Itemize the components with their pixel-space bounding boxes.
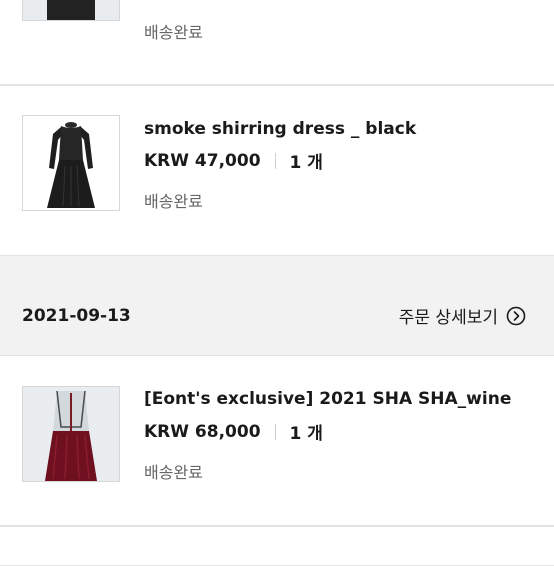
product-thumbnail[interactable] bbox=[22, 0, 120, 21]
delivery-status: 배송완료 bbox=[144, 23, 203, 42]
order-item-card[interactable]: [Eont's exclusive] 2021 SHA SHA_wine KRW… bbox=[0, 355, 554, 526]
delivery-status: 배송완료 bbox=[144, 192, 203, 211]
price-divider bbox=[274, 423, 276, 440]
price-quantity-row: KRW 47,000 1 개 bbox=[144, 148, 323, 174]
product-name[interactable]: smoke shirring dress _ black bbox=[144, 119, 416, 139]
price-divider bbox=[274, 152, 276, 169]
product-quantity: 1 개 bbox=[289, 424, 323, 444]
order-date: 2021-09-13 bbox=[22, 306, 131, 326]
order-item-card[interactable]: smoke shirring dress _ black KRW 47,000 … bbox=[0, 85, 554, 256]
product-price: KRW 68,000 bbox=[144, 421, 261, 442]
product-price: KRW 47,000 bbox=[144, 150, 261, 171]
chevron-right-circle-icon bbox=[506, 306, 526, 325]
order-item-card[interactable] bbox=[0, 526, 554, 566]
order-item-card[interactable]: 배송완료 bbox=[0, 0, 554, 85]
delivery-status: 배송완료 bbox=[144, 463, 203, 482]
price-quantity-row: KRW 68,000 1 개 bbox=[144, 419, 323, 445]
order-detail-label: 주문 상세보기 bbox=[398, 308, 498, 328]
order-detail-link[interactable]: 주문 상세보기 bbox=[399, 303, 526, 328]
product-thumbnail[interactable] bbox=[22, 386, 120, 482]
product-thumbnail[interactable] bbox=[22, 115, 120, 211]
order-date-header: 2021-09-13 주문 상세보기 bbox=[0, 281, 554, 355]
product-quantity: 1 개 bbox=[289, 153, 323, 173]
product-name[interactable]: [Eont's exclusive] 2021 SHA SHA_wine bbox=[144, 389, 511, 409]
